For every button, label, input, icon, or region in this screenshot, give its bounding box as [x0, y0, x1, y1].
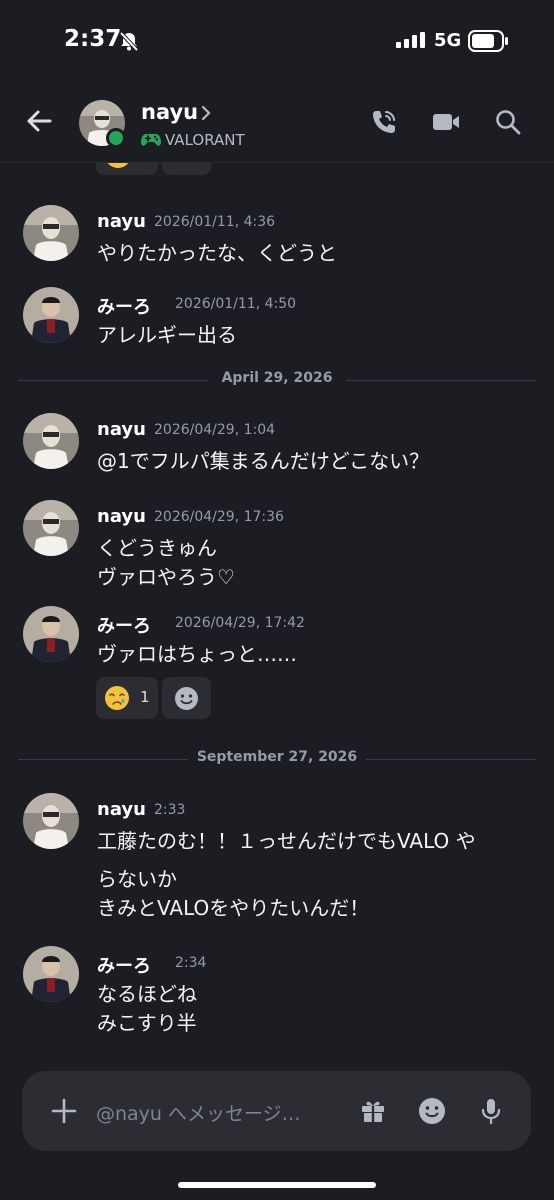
network-label: 5G: [434, 30, 462, 51]
message-text: ヴァロやろう♡: [97, 565, 235, 589]
gift-icon[interactable]: [360, 1098, 386, 1124]
message-timestamp: 2:34: [175, 955, 207, 971]
emoji-icon[interactable]: [418, 1097, 446, 1125]
message-text: きみとVALOをやりたいんだ！: [97, 896, 370, 920]
message-author[interactable]: nayu: [97, 419, 146, 440]
search-icon[interactable]: [494, 108, 522, 136]
avatar[interactable]: [23, 500, 79, 556]
video-camera-icon[interactable]: [431, 108, 461, 136]
message-composer[interactable]: @nayu へメッセージ…: [22, 1071, 531, 1151]
message-author[interactable]: nayu: [97, 799, 146, 820]
add-reaction-button[interactable]: [162, 677, 211, 719]
home-indicator: [178, 1182, 376, 1188]
message-text: アレルギー出る: [97, 323, 237, 347]
message-text: くどうきゅん: [97, 536, 217, 560]
activity-game: VALORANT: [165, 131, 245, 149]
signal-icon: [396, 32, 425, 48]
message-timestamp: 2026/04/29, 17:42: [175, 615, 305, 631]
message-list[interactable]: nayu 2026/01/11, 4:36 やりたかったな、くどうと みーろ 2…: [0, 163, 554, 1063]
status-bar: 2:37 5G: [0, 0, 554, 84]
message-timestamp: 2026/01/11, 4:50: [175, 296, 297, 312]
phone-call-icon[interactable]: [370, 108, 398, 136]
avatar[interactable]: [23, 413, 79, 469]
avatar[interactable]: [23, 606, 79, 662]
battery-icon: [468, 30, 508, 52]
message-text: やりたかったな、くどうと: [97, 241, 337, 265]
reaction-chip[interactable]: 1: [96, 677, 158, 719]
message-timestamp: 2:33: [154, 802, 186, 818]
back-arrow-icon[interactable]: [24, 106, 54, 136]
silent-bell-icon: [119, 31, 139, 52]
message-author[interactable]: nayu: [97, 506, 146, 527]
message-text: みこすり半: [97, 1011, 197, 1035]
message-timestamp: 2026/01/11, 4:36: [154, 214, 276, 230]
message-input[interactable]: @nayu へメッセージ…: [96, 1099, 301, 1126]
reaction-chip-partial[interactable]: [96, 163, 158, 175]
avatar[interactable]: [23, 287, 79, 343]
chevron-right-icon[interactable]: [200, 104, 212, 122]
chat-header: nayu VALORANT: [0, 84, 554, 163]
message-text: 工藤たのむ！！１っせんだけでもVALO や: [97, 829, 476, 853]
add-reaction-partial[interactable]: [162, 163, 211, 175]
online-status-dot: [106, 128, 126, 148]
message-timestamp: 2026/04/29, 1:04: [154, 422, 276, 438]
emoji-icon: [107, 163, 129, 168]
crying-face-icon: [105, 686, 129, 710]
message-text: ヴァロはちょっと……: [97, 642, 297, 666]
message-timestamp: 2026/04/29, 17:36: [154, 509, 284, 525]
clock: 2:37: [64, 26, 122, 52]
reaction-count: 1: [140, 688, 150, 706]
date-divider-label: September 27, 2026: [196, 749, 358, 765]
avatar[interactable]: [23, 946, 79, 1002]
message-author[interactable]: みーろ: [97, 952, 151, 978]
message-author[interactable]: みーろ: [97, 293, 151, 319]
message-author[interactable]: みーろ: [97, 612, 151, 638]
microphone-icon[interactable]: [480, 1097, 502, 1125]
avatar[interactable]: [23, 793, 79, 849]
message-text: なるほどね: [97, 982, 197, 1006]
date-divider: September 27, 2026: [18, 749, 536, 769]
date-divider: April 29, 2026: [18, 370, 536, 390]
contact-name[interactable]: nayu: [141, 100, 198, 124]
gamepad-icon: [141, 134, 161, 146]
message-text: らないか: [97, 867, 177, 891]
message-text: @1でフルパ集まるんだけどこない？: [97, 449, 430, 473]
avatar[interactable]: [23, 205, 79, 261]
smiley-face-icon: [175, 687, 198, 710]
date-divider-label: April 29, 2026: [221, 370, 333, 386]
plus-icon[interactable]: [50, 1097, 78, 1125]
message-author[interactable]: nayu: [97, 211, 146, 232]
